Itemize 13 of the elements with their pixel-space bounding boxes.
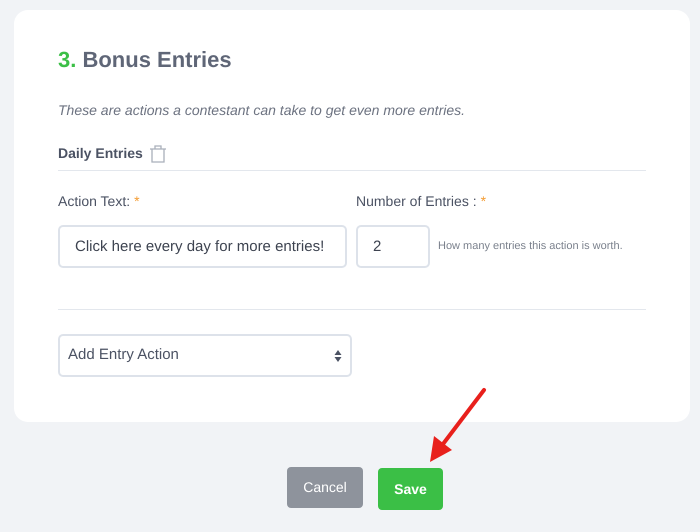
entries-field[interactable]: 2 [356,225,430,268]
required-mark: * [134,193,140,209]
entry-action-title: Daily Entries [58,144,143,163]
action-text-field[interactable]: Click here every day for more entries! [58,225,347,268]
section-heading: 3. Bonus Entries [58,46,233,74]
sort-arrows-icon [334,348,342,362]
entries-hint: How many entries this action is worth. [438,239,623,254]
section-description: These are actions a contestant can take to get even more entries. [58,101,466,120]
trash-icon[interactable] [148,144,167,164]
field-label: Action Text: [58,193,130,209]
add-action-select[interactable]: Add Entry Action [58,334,352,377]
field-label: Number of Entries : [356,193,477,209]
required-mark: * [480,193,486,209]
